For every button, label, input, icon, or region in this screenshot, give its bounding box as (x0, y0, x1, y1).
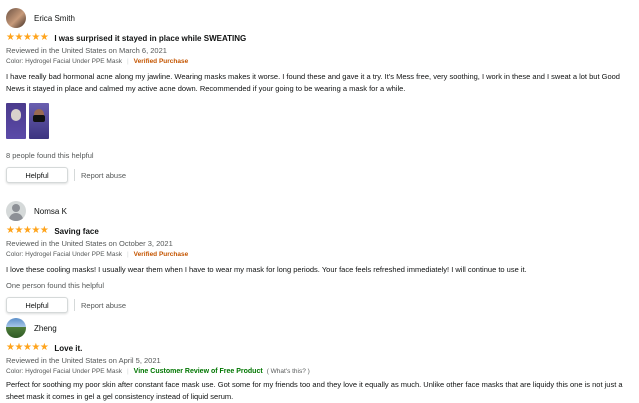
review-image-thumbnail[interactable] (6, 103, 26, 139)
helpful-count: 8 people found this helpful (6, 151, 94, 160)
star-icon: ★ (6, 32, 15, 43)
star-icon: ★ (31, 32, 40, 43)
review-text: I love these cooling masks! I usually we… (6, 265, 527, 274)
reviewer-name: Nomsa K (34, 206, 67, 216)
reviewer-name: Erica Smith (34, 13, 75, 23)
review-title[interactable]: I was surprised it stayed in place while… (54, 34, 246, 43)
review-1: Erica Smith ★ ★ ★ ★ ★ I was surprised it… (6, 6, 633, 183)
review-actions: Helpful Report abuse (6, 297, 633, 313)
review-image-thumbnail[interactable] (29, 103, 49, 139)
divider (74, 299, 75, 311)
report-abuse-link[interactable]: Report abuse (81, 171, 126, 180)
helpful-button[interactable]: Helpful (6, 167, 68, 183)
review-images (6, 103, 633, 139)
review-title-row: ★ ★ ★ ★ ★ Saving face (6, 225, 633, 237)
star-icon: ★ (14, 225, 23, 236)
review-text: Perfect for soothing my poor skin after … (6, 380, 623, 401)
vine-review-badge: Vine Customer Review of Free Product (133, 368, 263, 375)
divider: | (126, 251, 129, 258)
star-icon: ★ (22, 32, 32, 43)
reviewer-profile[interactable]: Zheng (6, 316, 633, 340)
variant-label[interactable]: Color: Hydrogel Facial Under PPE Mask (6, 57, 122, 67)
reviewer-profile[interactable]: Erica Smith (6, 6, 633, 30)
review-text: I have really bad hormonal acne along my… (6, 72, 620, 93)
star-icon: ★ (22, 225, 32, 236)
variant-label[interactable]: Color: Hydrogel Facial Under PPE Mask (6, 250, 122, 260)
default-avatar-icon (6, 201, 26, 221)
review-variant: Color: Hydrogel Facial Under PPE Mask | … (6, 57, 633, 67)
avatar (6, 318, 26, 338)
divider (74, 169, 75, 181)
verified-purchase-badge: Verified Purchase (133, 251, 189, 258)
star-icon: ★ (39, 32, 49, 43)
star-icon: ★ (22, 342, 32, 353)
whats-this-link[interactable]: ( What's this? ) (267, 367, 310, 377)
review-date: Reviewed in the United States on March 6… (6, 46, 167, 55)
review-variant: Color: Hydrogel Facial Under PPE Mask | … (6, 250, 633, 260)
review-title[interactable]: Saving face (54, 227, 98, 236)
divider: | (126, 368, 129, 375)
helpful-count: One person found this helpful (6, 281, 104, 290)
variant-label[interactable]: Color: Hydrogel Facial Under PPE Mask (6, 367, 122, 377)
review-title[interactable]: Love it. (54, 344, 82, 353)
verified-purchase-badge: Verified Purchase (133, 58, 189, 65)
review-date: Reviewed in the United States on April 5… (6, 356, 161, 365)
star-icon: ★ (14, 32, 23, 43)
review-title-row: ★ ★ ★ ★ ★ I was surprised it stayed in p… (6, 32, 633, 44)
avatar (6, 8, 26, 28)
review-date: Reviewed in the United States on October… (6, 239, 173, 248)
review-2: Nomsa K ★ ★ ★ ★ ★ Saving face Reviewed i… (6, 199, 633, 313)
review-actions: Helpful Report abuse (6, 167, 633, 183)
reviewer-name: Zheng (34, 323, 57, 333)
star-rating: ★ ★ ★ ★ ★ (6, 342, 49, 353)
helpful-button[interactable]: Helpful (6, 297, 68, 313)
divider: | (126, 58, 129, 65)
star-icon: ★ (39, 342, 49, 353)
star-icon: ★ (6, 342, 15, 353)
star-icon: ★ (31, 342, 40, 353)
review-title-row: ★ ★ ★ ★ ★ Love it. (6, 342, 633, 354)
star-icon: ★ (14, 342, 23, 353)
review-variant: Color: Hydrogel Facial Under PPE Mask | … (6, 367, 633, 377)
star-icon: ★ (31, 225, 40, 236)
star-icon: ★ (6, 225, 15, 236)
review-3: Zheng ★ ★ ★ ★ ★ Love it. Reviewed in the… (6, 316, 633, 403)
star-rating: ★ ★ ★ ★ ★ (6, 32, 49, 43)
report-abuse-link[interactable]: Report abuse (81, 301, 126, 310)
reviewer-profile[interactable]: Nomsa K (6, 199, 633, 223)
star-rating: ★ ★ ★ ★ ★ (6, 225, 49, 236)
star-icon: ★ (39, 225, 49, 236)
